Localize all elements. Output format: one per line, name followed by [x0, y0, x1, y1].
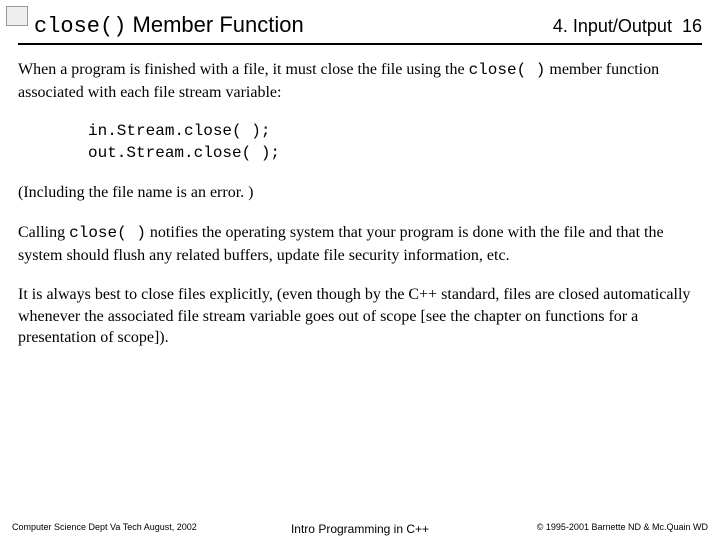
footer-left: Computer Science Dept Va Tech August, 20… [12, 522, 197, 532]
slide-title: close() Member Function [34, 12, 304, 39]
p3-code: close( ) [69, 224, 146, 242]
slide-header: close() Member Function 4. Input/Output … [34, 12, 702, 39]
p1-code: close( ) [469, 61, 546, 79]
title-rest: Member Function [126, 12, 303, 37]
chapter-label: 4. Input/Output [553, 16, 672, 36]
p1-text-a: When a program is finished with a file, … [18, 61, 469, 78]
paragraph-3: Calling close( ) notifies the operating … [18, 222, 702, 266]
paragraph-4: It is always best to close files explici… [18, 284, 702, 349]
header-rule [18, 43, 702, 45]
page-number: 16 [682, 16, 702, 36]
footer-right: © 1995-2001 Barnette ND & Mc.Quain WD [537, 522, 708, 532]
chapter-page: 4. Input/Output 16 [553, 16, 702, 37]
slide-tab-icon [6, 6, 28, 26]
code-block: in.Stream.close( ); out.Stream.close( ); [88, 121, 702, 164]
slide-footer: Computer Science Dept Va Tech August, 20… [12, 522, 708, 532]
p3-text-a: Calling [18, 224, 69, 241]
title-code: close() [34, 14, 126, 39]
slide-page: close() Member Function 4. Input/Output … [0, 0, 720, 540]
paragraph-1: When a program is finished with a file, … [18, 59, 702, 103]
slide-body: When a program is finished with a file, … [18, 59, 702, 349]
paragraph-2: (Including the file name is an error. ) [18, 182, 702, 204]
